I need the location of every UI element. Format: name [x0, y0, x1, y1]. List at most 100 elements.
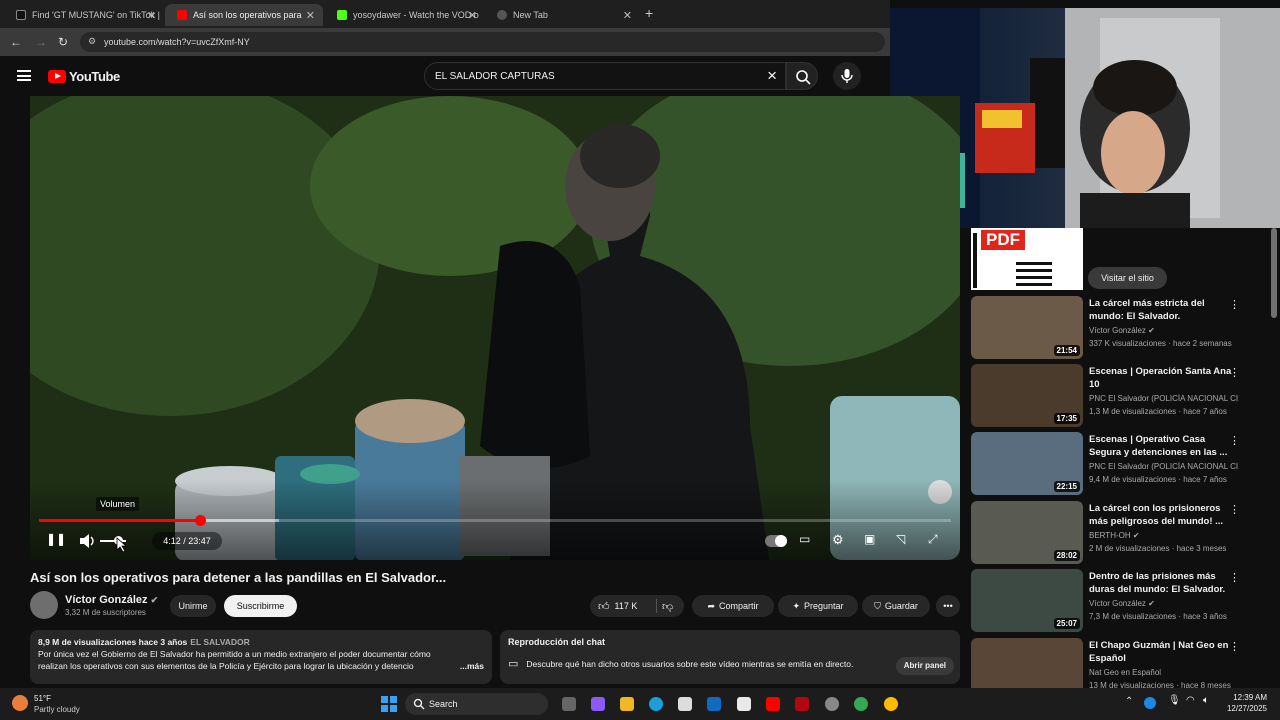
weather-icon[interactable] [12, 695, 28, 711]
related-video-item[interactable]: 21:54 La cárcel más estricta del mundo: E… [971, 296, 1261, 360]
related-video-item[interactable]: 22:15 Escenas | Operativo Casa Segura y d… [971, 432, 1261, 496]
show-more-link[interactable]: ...más [456, 660, 484, 672]
video-thumbnail[interactable]: 22:15 [971, 432, 1083, 495]
open-panel-button[interactable]: Abrir panel [895, 657, 954, 675]
save-button[interactable]: ⛉ Guardar [862, 595, 930, 617]
related-video-stats: 2 M de visualizaciones · hace 3 meses [1089, 544, 1227, 553]
ad-thumbnail[interactable]: PDF [971, 228, 1083, 290]
related-video-channel[interactable]: Nat Geo en Español [1089, 668, 1239, 677]
close-tab-icon[interactable]: ✕ [306, 9, 315, 22]
close-tab-icon[interactable]: ✕ [468, 9, 477, 22]
more-options-icon[interactable]: ⋮ [1229, 571, 1240, 584]
channel-name-text: Víctor González [65, 594, 148, 606]
copilot-icon[interactable] [591, 697, 605, 711]
video-thumbnail[interactable]: 17:35 [971, 364, 1083, 427]
related-video-title[interactable]: Escenas | Operativo Casa Segura y detenc… [1089, 433, 1239, 459]
more-actions-icon[interactable]: ••• [936, 595, 960, 617]
related-video-item[interactable]: 25:07 Dentro de las prisiones más duras d… [971, 569, 1261, 633]
back-button[interactable]: ← [10, 35, 22, 49]
fullscreen-icon[interactable]: ⤢ [928, 532, 938, 547]
more-options-icon[interactable]: ⋮ [1229, 298, 1240, 311]
edge-icon[interactable] [649, 697, 663, 711]
channel-name[interactable]: Víctor González ✔ [65, 594, 158, 606]
close-tab-icon[interactable]: ✕ [147, 9, 156, 22]
file-explorer-icon[interactable] [620, 697, 634, 711]
search-input[interactable]: EL SALADOR CAPTURAS × [424, 62, 786, 90]
outlook-icon[interactable] [707, 697, 721, 711]
forward-button[interactable]: → [35, 35, 47, 49]
new-tab-button[interactable]: + [645, 5, 653, 21]
site-info-icon[interactable]: ⚙ [88, 36, 96, 47]
tab-new[interactable]: New Tab ✕ [485, 4, 640, 26]
more-options-icon[interactable]: ⋮ [1229, 366, 1240, 379]
video-thumbnail[interactable]: 28:02 [971, 501, 1083, 564]
visit-site-button[interactable]: Visitar el sitio [1088, 267, 1167, 289]
clear-search-icon[interactable]: × [767, 66, 777, 86]
ask-button[interactable]: ✦ Preguntar [778, 595, 858, 617]
channel-avatar[interactable] [30, 591, 58, 619]
related-video-title[interactable]: La cárcel más estricta del mundo: El Sal… [1089, 297, 1239, 323]
photos-icon[interactable] [737, 697, 751, 711]
netflix-icon[interactable] [795, 697, 809, 711]
related-video-item[interactable]: 17:35 Escenas | Operación Santa Ana 10 PNC… [971, 364, 1261, 428]
chrome-profile-icon[interactable] [884, 697, 898, 711]
sidebar-scrollbar[interactable] [1271, 228, 1277, 318]
store-icon[interactable] [678, 697, 692, 711]
related-video-channel[interactable]: Víctor González ✔ [1089, 326, 1239, 335]
pause-button[interactable]: ❚❚ [46, 532, 66, 546]
related-video-channel[interactable]: BERTH-OH ✔ [1089, 531, 1239, 540]
tab-kick[interactable]: yosoydawer - Watch the VOD o ✕ [325, 4, 485, 26]
clock-date[interactable]: 12/27/2025 [1225, 704, 1267, 713]
tab-tiktok[interactable]: Find 'GT MUSTANG' on TikTok | ✕ [4, 4, 164, 26]
share-button[interactable]: ➦ Compartir [692, 595, 774, 617]
obs-icon[interactable] [825, 697, 839, 711]
related-video-title[interactable]: Dentro de las prisiones más duras del mu… [1089, 570, 1239, 596]
related-video-channel[interactable]: PNC El Salvador (POLICÍA NACIONAL CI... [1089, 394, 1239, 403]
taskbar-search[interactable]: Search [405, 693, 548, 715]
cast-icon[interactable]: ◹ [896, 532, 905, 546]
more-options-icon[interactable]: ⋮ [1229, 434, 1240, 447]
mic-tray-icon[interactable]: 🎙︎ [1168, 695, 1181, 706]
subtitles-icon[interactable]: ▭ [799, 532, 810, 546]
related-video-title[interactable]: Escenas | Operación Santa Ana 10 [1089, 365, 1239, 391]
related-video-item[interactable]: 28:02 La cárcel con los prisioneros más p… [971, 501, 1261, 565]
settings-icon[interactable]: ⚙ [832, 532, 844, 548]
onedrive-icon[interactable] [1144, 697, 1156, 709]
video-thumbnail[interactable]: 25:07 [971, 569, 1083, 632]
task-view-icon[interactable] [562, 697, 576, 711]
more-options-icon[interactable]: ⋮ [1229, 503, 1240, 516]
description-box[interactable]: 8,9 M de visualizaciones hace 3 años EL S… [30, 630, 492, 684]
close-tab-icon[interactable]: ✕ [623, 9, 632, 22]
more-options-icon[interactable]: ⋮ [1229, 640, 1240, 653]
subscribe-button[interactable]: Suscribirme [224, 595, 297, 617]
start-button[interactable] [381, 696, 397, 712]
youtube-logo[interactable]: YouTube [48, 69, 120, 84]
clock-time[interactable]: 12:39 AM [1225, 693, 1267, 702]
tab-youtube-video[interactable]: Así son los operativos para ✕ [165, 4, 323, 26]
video-thumbnail[interactable]: 21:54 [971, 296, 1083, 359]
related-video-title[interactable]: La cárcel con los prisioneros más peligr… [1089, 502, 1239, 528]
hashtag-link[interactable]: EL SALVADOR [190, 637, 250, 647]
volume-icon[interactable] [78, 533, 96, 549]
progress-bar[interactable] [39, 515, 951, 526]
tray-overflow-icon[interactable]: ⌃ [1125, 696, 1133, 707]
join-button[interactable]: Unirme [170, 595, 216, 617]
search-button[interactable] [786, 62, 818, 90]
voice-search-button[interactable] [833, 62, 861, 90]
like-count[interactable]: 117 K [615, 601, 638, 611]
like-icon[interactable]: 👍︎ [598, 600, 610, 613]
microphone-icon [841, 69, 853, 83]
wifi-icon[interactable]: ◠ [1186, 695, 1195, 706]
menu-icon[interactable] [17, 70, 31, 81]
chrome-icon[interactable] [854, 697, 868, 711]
autoplay-toggle[interactable] [765, 535, 787, 547]
related-video-channel[interactable]: Víctor González ✔ [1089, 599, 1239, 608]
reload-button[interactable]: ↻ [58, 35, 68, 49]
miniplayer-icon[interactable]: ▣ [864, 532, 875, 546]
youtube-app-icon[interactable] [766, 697, 780, 711]
related-video-title[interactable]: El Chapo Guzmán | Nat Geo en Español [1089, 639, 1239, 665]
url-field[interactable]: ⚙ youtube.com/watch?v=uvcZfXmf-NY [80, 32, 885, 52]
dislike-icon[interactable]: 👎︎ [662, 600, 673, 613]
speaker-icon[interactable]: 🔈︎ [1203, 695, 1209, 706]
related-video-channel[interactable]: PNC El Salvador (POLICÍA NACIONAL CI... [1089, 462, 1239, 471]
